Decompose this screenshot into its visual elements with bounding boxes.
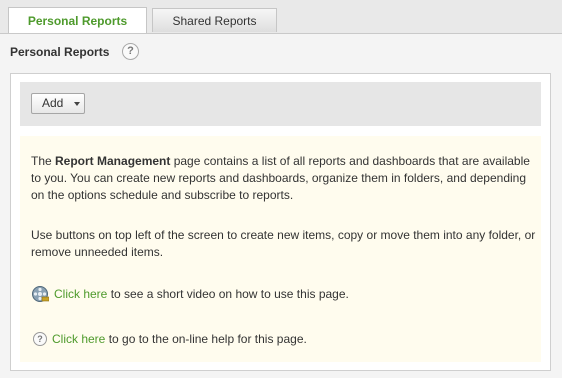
tab-shared-reports[interactable]: Shared Reports — [152, 8, 277, 32]
tab-bar: Personal Reports Shared Reports — [0, 0, 562, 34]
reports-panel: Add The Report Management page contains … — [10, 73, 551, 371]
intro-bold: Report Management — [55, 154, 171, 168]
tab-personal-reports[interactable]: Personal Reports — [8, 7, 147, 33]
instructions-paragraph: Use buttons on top left of the screen to… — [31, 228, 536, 259]
help-icon: ? — [33, 332, 47, 346]
question-icon[interactable]: ? — [122, 43, 139, 60]
video-link[interactable]: Click here — [54, 287, 107, 301]
video-text: to see a short video on how to use this … — [107, 287, 349, 301]
dropdown-arrow-icon — [74, 102, 80, 106]
add-button[interactable]: Add — [31, 93, 85, 114]
help-link[interactable]: Click here — [52, 332, 105, 346]
film-reel-icon — [32, 286, 49, 302]
add-button-label: Add — [42, 96, 64, 110]
help-text: to go to the on-line help for this page. — [105, 332, 307, 346]
intro-prefix: The — [31, 154, 56, 168]
info-box: The Report Management page contains a li… — [20, 136, 541, 362]
toolbar: Add — [20, 82, 541, 126]
page-title: Personal Reports — [10, 45, 110, 59]
intro-paragraph: The Report Management page contains a li… — [31, 153, 536, 204]
content-area: Personal Reports ? Add The Report Manage… — [0, 34, 562, 378]
